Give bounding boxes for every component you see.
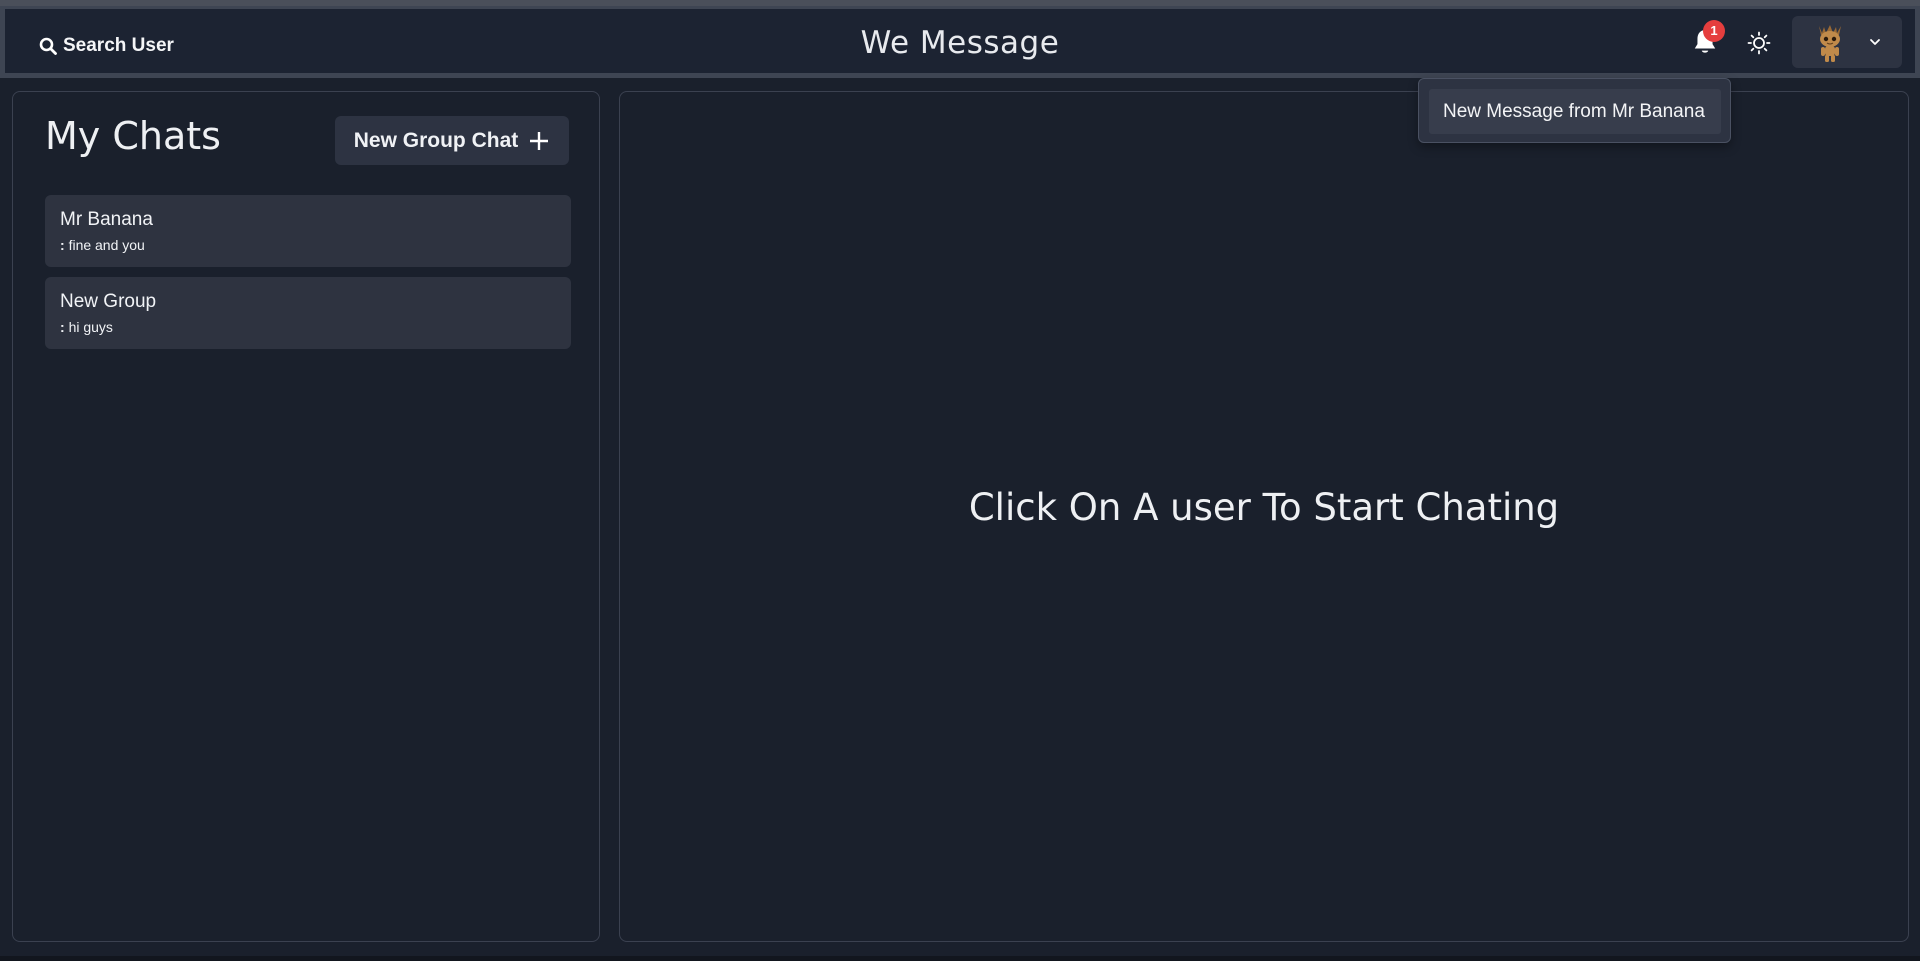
chat-name: New Group xyxy=(60,291,157,312)
notification-dropdown: New Message from Mr Banana xyxy=(1418,78,1731,143)
empty-chat-message: Click On A user To Start Chating xyxy=(968,486,1560,529)
my-chats-title: My Chats xyxy=(45,114,221,158)
app-title: We Message xyxy=(860,25,1060,61)
avatar xyxy=(1819,25,1841,62)
chat-preview: : hi guys xyxy=(60,319,556,335)
notification-item[interactable]: New Message from Mr Banana xyxy=(1429,89,1721,134)
chat-item-new-group[interactable]: New Group : hi guys xyxy=(45,277,571,349)
chat-preview-prefix: : xyxy=(60,319,65,335)
new-group-chat-button[interactable]: New Group Chat xyxy=(335,116,569,165)
top-header: Search User We Message xyxy=(0,6,1920,78)
profile-menu-button[interactable] xyxy=(1792,16,1902,68)
chat-list: Mr Banana : fine and you New Group : hi … xyxy=(45,195,571,359)
chat-item-mr-banana[interactable]: Mr Banana : fine and you xyxy=(45,195,571,267)
chat-preview-text: hi guys xyxy=(68,319,113,335)
chat-preview: : fine and you xyxy=(60,237,556,253)
chat-preview-text: fine and you xyxy=(68,237,145,253)
notification-badge: 1 xyxy=(1703,20,1725,42)
chat-name: Mr Banana xyxy=(60,209,153,230)
window-bottom-strip xyxy=(0,956,1920,961)
chat-preview-prefix: : xyxy=(60,237,65,253)
sun-icon[interactable] xyxy=(1746,30,1772,56)
my-chats-panel: My Chats New Group Chat Mr Banana : fine… xyxy=(12,91,600,942)
new-group-chat-label: New Group Chat xyxy=(353,128,519,152)
chevron-down-icon xyxy=(1870,39,1880,45)
chat-area: Click On A user To Start Chating xyxy=(619,91,1909,942)
plus-icon xyxy=(530,131,549,150)
